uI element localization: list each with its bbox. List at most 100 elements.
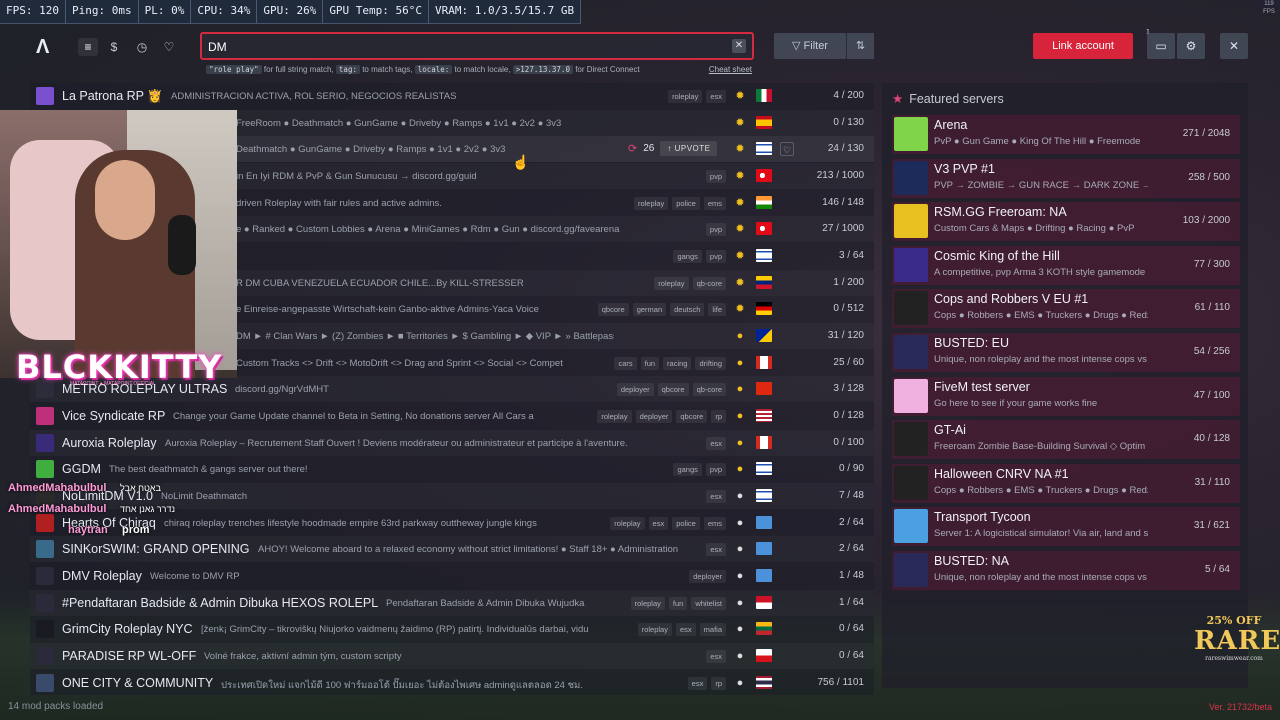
server-tag[interactable]: roleplay [630, 597, 665, 610]
server-row[interactable]: #Pendaftaran Badside & Admin Dibuka HEXO… [30, 590, 874, 616]
server-tag[interactable]: qbcore [676, 410, 708, 423]
server-row[interactable]: GGDM The best deathmatch & gangs server o… [30, 456, 874, 482]
server-tag[interactable]: fun [640, 357, 660, 370]
server-tag[interactable]: gangs [673, 463, 702, 476]
server-tag[interactable]: roleplay [668, 90, 703, 103]
server-tag[interactable]: racing [663, 357, 692, 370]
featured-server-card[interactable]: Transport Tycoon Server 1: A logicistica… [892, 507, 1240, 547]
fivem-logo[interactable]: Λ [36, 36, 49, 59]
link-account-button[interactable]: Link account [1033, 33, 1133, 59]
server-tag[interactable]: pvp [705, 250, 726, 263]
server-tag[interactable]: esx [706, 437, 726, 450]
featured-server-card[interactable]: FiveM test server Go here to see if your… [892, 376, 1240, 416]
player-count: 1 / 48 [838, 570, 864, 581]
featured-server-description: Server 1: A logicistical simulator! Via … [934, 528, 1148, 540]
close-icon[interactable]: ✕ [1220, 33, 1248, 59]
server-tag[interactable]: whitelist [691, 597, 726, 610]
server-tag[interactable]: drifting [695, 357, 726, 370]
server-tag[interactable]: mafia [699, 623, 726, 636]
server-row[interactable]: La Patrona RP 👸 ADMINISTRACION ACTIVA, RO… [30, 83, 874, 109]
server-tag[interactable]: pvp [705, 463, 726, 476]
server-tag[interactable]: deployer [616, 383, 654, 396]
server-tag[interactable]: fun [668, 597, 688, 610]
featured-server-card[interactable]: BUSTED: NA Unique, non roleplay and the … [892, 551, 1240, 590]
featured-server-card[interactable]: RSM.GG Freeroam: NA Custom Cars & Maps ●… [892, 202, 1240, 242]
country-flag-icon [756, 542, 772, 555]
featured-server-card[interactable]: GT-Ai Freeroam Zombie Base-Building Surv… [892, 420, 1240, 460]
upvote-button[interactable]: ↑ UPVOTE [660, 141, 718, 156]
server-row[interactable]: SINKorSWIM: GRAND OPENING AHOY! Welcome a… [30, 536, 874, 562]
server-row[interactable]: Auroxia Roleplay Auroxia Roleplay – Recru… [30, 430, 874, 456]
server-tag[interactable]: gangs [673, 250, 702, 263]
server-tag[interactable]: rp [711, 677, 726, 690]
hint-text: for full string match, [261, 65, 336, 74]
server-tag[interactable]: police [672, 517, 700, 530]
server-row[interactable]: GrimCity Roleplay NYC [ženk¡ GrimCity – t… [30, 616, 874, 642]
server-tag[interactable]: qb-core [692, 383, 726, 396]
server-tag[interactable]: qbcore [597, 303, 629, 316]
server-description: Change your Game Update channel to Beta … [173, 411, 534, 422]
sort-button[interactable]: ⇅ [846, 33, 874, 59]
server-tag[interactable]: pvp [705, 170, 726, 183]
ad-url: rareswimwear.com [1205, 655, 1263, 662]
server-tag[interactable]: ems [703, 197, 726, 210]
featured-server-card[interactable]: V3 PVP #1 PVP → ZOMBIE → GUN RACE → DARK… [892, 158, 1240, 198]
server-tag[interactable]: rp [711, 410, 726, 423]
clear-search-icon[interactable]: ✕ [732, 39, 746, 53]
settings-gear-icon[interactable]: ⚙ [1177, 33, 1205, 59]
favorites-heart-icon[interactable]: ♡ [159, 38, 179, 56]
server-name: ONE CITY & COMMUNITY [62, 676, 214, 690]
server-tag[interactable]: deployer [635, 410, 673, 423]
featured-server-title: V3 PVP #1 [934, 161, 995, 176]
server-tags: pvp [705, 170, 726, 183]
server-tag[interactable]: police [672, 197, 700, 210]
server-row[interactable]: Vice Syndicate RP Change your Game Update… [30, 403, 874, 429]
server-tag[interactable]: esx [706, 90, 726, 103]
server-tag[interactable]: esx [706, 650, 726, 663]
server-tag[interactable]: qb-core [692, 277, 726, 290]
servers-list-icon[interactable]: ≡ [78, 38, 98, 56]
notifications-icon[interactable]: ▭ [1147, 33, 1175, 59]
featured-server-title: Cops and Robbers V EU #1 [934, 292, 1089, 307]
server-tag[interactable]: esx [687, 677, 708, 690]
featured-server-card[interactable]: BUSTED: EU Unique, non roleplay and the … [892, 333, 1240, 372]
premium-dollar-icon[interactable]: $ [104, 38, 124, 56]
server-tag[interactable]: deutsch [670, 303, 705, 316]
server-tag[interactable]: roleplay [633, 197, 669, 210]
server-tag[interactable]: qbcore [657, 383, 689, 396]
country-flag-icon [756, 356, 772, 369]
server-tag[interactable]: roleplay [610, 517, 645, 530]
server-tag[interactable]: ems [703, 517, 726, 530]
server-tag[interactable]: esx [675, 623, 696, 636]
featured-server-card[interactable]: Cops and Robbers V EU #1 Cops ● Robbers … [892, 289, 1240, 329]
server-row[interactable]: PARADISE RP WL-OFF Volné frakce, aktivní … [30, 643, 874, 669]
country-flag-icon [756, 516, 772, 529]
history-clock-icon[interactable]: ◷ [132, 38, 152, 56]
server-row[interactable]: ONE CITY & COMMUNITY ประเทศเปิดใหม่ แจกไม… [30, 670, 874, 695]
featured-server-card[interactable]: Arena PvP ● Gun Game ● King Of The Hill … [892, 115, 1240, 154]
server-tag[interactable]: roleplay [597, 410, 632, 423]
server-tag[interactable]: pvp [705, 223, 726, 236]
server-tag[interactable]: deployer [689, 570, 726, 583]
cheat-sheet-link[interactable]: Cheat sheet [709, 65, 752, 74]
server-tags: deployer [689, 570, 726, 583]
featured-server-card[interactable]: Halloween CNRV NA #1 Cops ● Robbers ● EM… [892, 463, 1240, 503]
filter-button[interactable]: ▽ Filter [774, 33, 846, 59]
server-tag[interactable]: roleplay [637, 623, 672, 636]
player-count: 2 / 64 [838, 517, 864, 528]
server-tag[interactable]: esx [706, 490, 726, 503]
server-row[interactable]: DMV Roleplay Welcome to DMV RP deployer ● 1 … [30, 563, 874, 589]
favorite-heart-icon[interactable]: ♡ [780, 142, 794, 156]
server-tag[interactable]: german [632, 303, 667, 316]
server-tag[interactable]: roleplay [654, 277, 689, 290]
server-tag[interactable]: esx [648, 517, 669, 530]
country-flag-icon [756, 302, 772, 315]
server-icon [36, 594, 54, 612]
server-tag[interactable]: esx [706, 543, 726, 556]
search-input[interactable] [208, 38, 718, 56]
server-tag[interactable]: life [708, 303, 726, 316]
featured-server-title: Cosmic King of the Hill [934, 248, 1060, 263]
server-tag[interactable]: cars [614, 357, 637, 370]
server-tags: esx [706, 543, 726, 556]
featured-server-card[interactable]: Cosmic King of the Hill A competitive, p… [892, 245, 1240, 285]
